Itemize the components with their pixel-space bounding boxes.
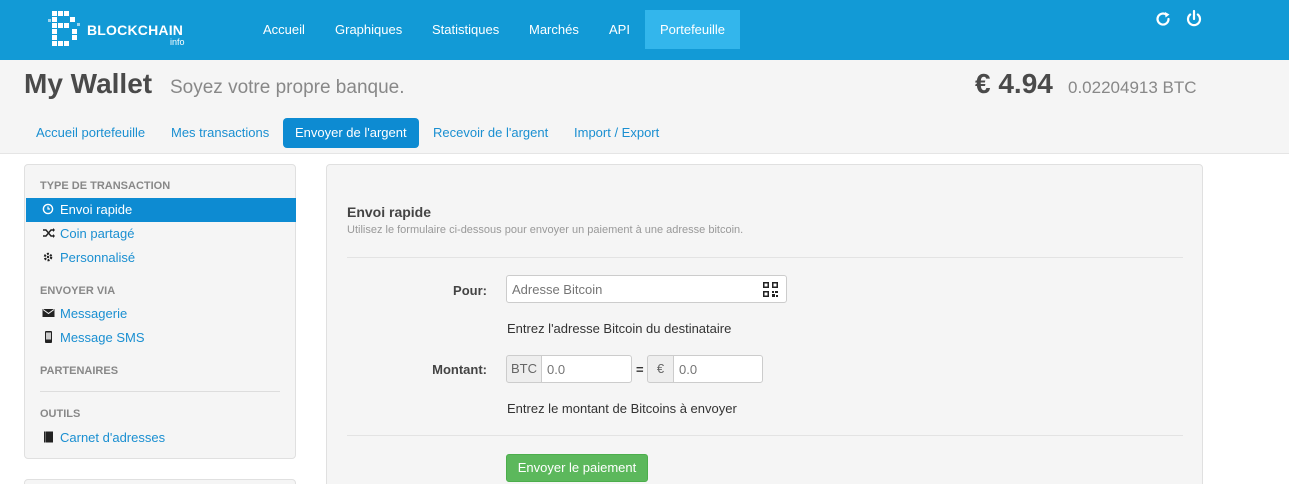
sidebar-secondary-panel: [24, 479, 296, 484]
amount-label: Montant:: [432, 362, 487, 377]
sidebar-heading-send-via: ENVOYER VIA: [40, 285, 116, 297]
gear-icon: [43, 252, 53, 262]
tab-mes-transactions[interactable]: Mes transactions: [159, 118, 281, 148]
sidebar-item-message-sms[interactable]: Message SMS: [26, 326, 296, 350]
sidebar-item-personnalise[interactable]: Personnalisé: [26, 246, 296, 270]
send-payment-button[interactable]: Envoyer le paiement: [506, 454, 648, 482]
btc-addon: BTC: [506, 355, 542, 383]
sidebar-item-label: Message SMS: [60, 330, 145, 345]
nav-item-statistiques[interactable]: Statistiques: [417, 10, 514, 49]
to-label: Pour:: [453, 283, 487, 298]
sidebar: TYPE DE TRANSACTION Envoi rapide Coin pa…: [24, 164, 296, 459]
clock-icon: [42, 203, 54, 215]
nav-item-graphiques[interactable]: Graphiques: [320, 10, 417, 49]
page-subtitle: Soyez votre propre banque.: [170, 77, 405, 98]
logo-text: BLOCKCHAIN: [87, 22, 184, 38]
top-navbar: BLOCKCHAIN info Accueil Graphiques Stati…: [0, 0, 1289, 60]
bitcoin-address-input[interactable]: [506, 275, 787, 303]
balance-fiat[interactable]: € 4.94: [975, 68, 1053, 100]
qr-code-icon[interactable]: [763, 282, 778, 297]
form-title: Envoi rapide: [347, 204, 432, 220]
sidebar-item-coin-partage[interactable]: Coin partagé: [26, 222, 296, 246]
nav-item-portefeuille[interactable]: Portefeuille: [645, 10, 740, 49]
fiat-amount-input[interactable]: [673, 355, 763, 383]
sidebar-item-label: Messagerie: [60, 306, 128, 321]
refresh-icon[interactable]: [1153, 9, 1173, 29]
sidebar-item-messagerie[interactable]: Messagerie: [26, 302, 296, 326]
blockchain-logo[interactable]: BLOCKCHAIN info: [48, 9, 198, 49]
nav-item-marches[interactable]: Marchés: [514, 10, 594, 49]
tab-import-export[interactable]: Import / Export: [562, 118, 671, 148]
to-help-text: Entrez l'adresse Bitcoin du destinataire: [507, 321, 732, 336]
nav-item-accueil[interactable]: Accueil: [248, 10, 320, 49]
tab-recevoir-argent[interactable]: Recevoir de l'argent: [421, 118, 560, 148]
envelope-icon: [42, 309, 55, 317]
sidebar-heading-transaction-type: TYPE DE TRANSACTION: [40, 180, 171, 192]
divider: [347, 435, 1183, 436]
sidebar-item-envoi-rapide[interactable]: Envoi rapide: [26, 198, 296, 222]
sidebar-item-label: Personnalisé: [60, 250, 136, 265]
sidebar-heading-outils: OUTILS: [40, 408, 81, 420]
fiat-addon: €: [647, 355, 674, 383]
sidebar-item-label: Coin partagé: [60, 226, 135, 241]
sidebar-divider: [40, 391, 280, 392]
nav-item-api[interactable]: API: [594, 10, 645, 49]
blockchain-logo-icon: [48, 11, 80, 46]
sidebar-item-carnet-adresses[interactable]: Carnet d'adresses: [26, 426, 296, 450]
divider: [347, 257, 1183, 258]
amount-help-text: Entrez le montant de Bitcoins à envoyer: [507, 401, 737, 416]
logo-subtext: info: [170, 37, 185, 47]
btc-amount-input[interactable]: [541, 355, 632, 383]
form-description: Utilisez le formulaire ci-dessous pour e…: [347, 224, 744, 236]
send-form-panel: Envoi rapide Utilisez le formulaire ci-d…: [326, 164, 1203, 484]
tab-accueil-portefeuille[interactable]: Accueil portefeuille: [24, 118, 157, 148]
phone-icon: [45, 331, 52, 343]
sidebar-heading-partenaires: PARTENAIRES: [40, 365, 119, 377]
book-icon: [44, 431, 53, 443]
sidebar-item-label: Carnet d'adresses: [60, 430, 166, 445]
wallet-header: My Wallet Soyez votre propre banque. € 4…: [0, 60, 1289, 154]
balance-btc[interactable]: 0.02204913 BTC: [1068, 78, 1197, 98]
equals-sign: =: [636, 362, 644, 377]
shuffle-icon: [43, 228, 55, 238]
sidebar-item-label: Envoi rapide: [60, 202, 133, 217]
power-icon[interactable]: [1184, 9, 1204, 29]
page-title: My Wallet: [24, 68, 153, 99]
tab-envoyer-argent[interactable]: Envoyer de l'argent: [283, 118, 419, 148]
